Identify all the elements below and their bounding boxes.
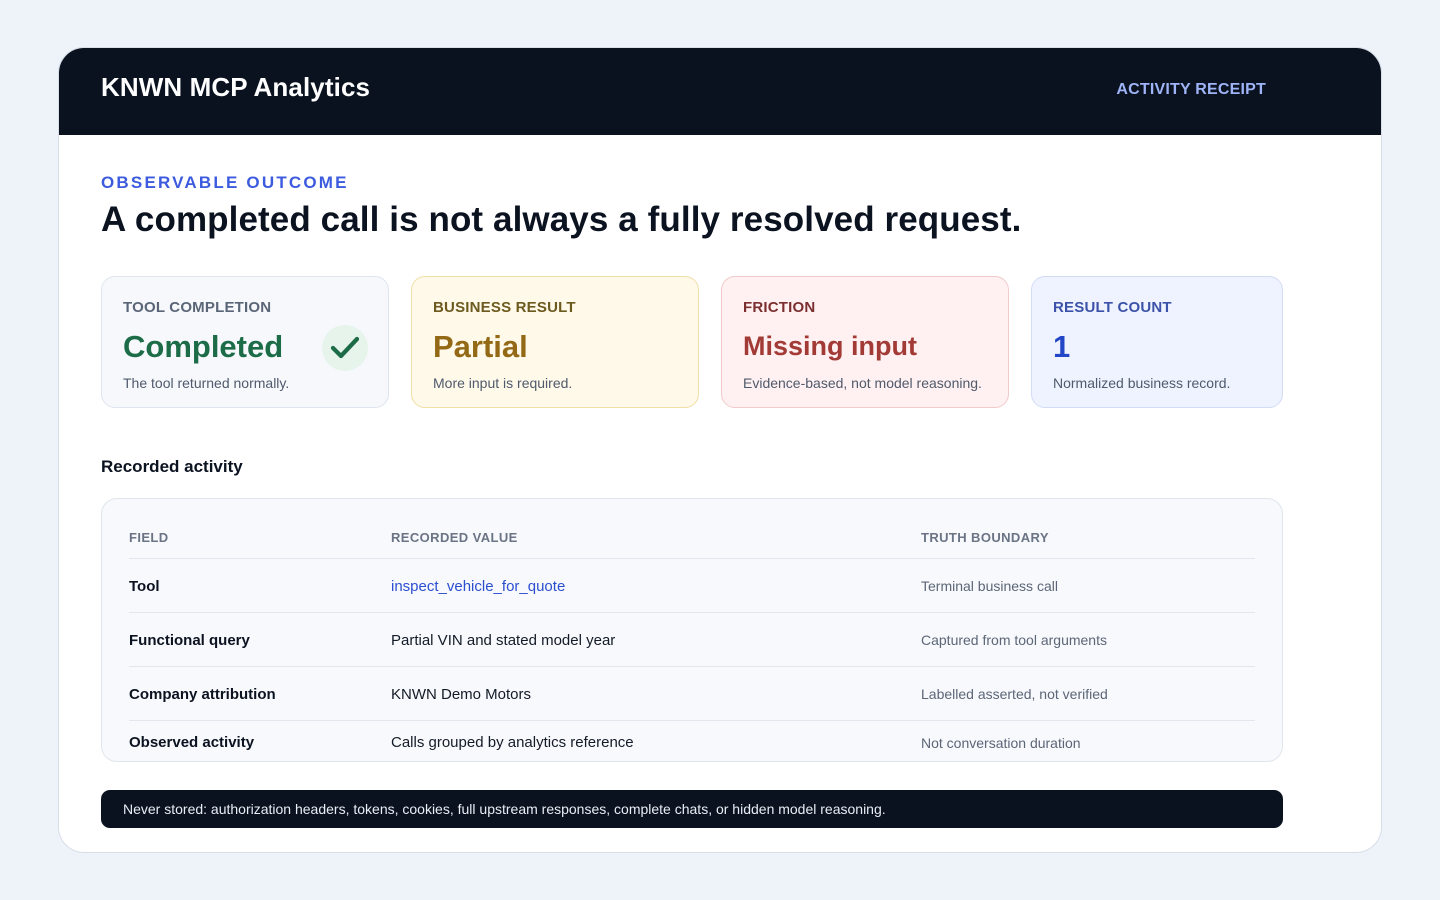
privacy-notice-text: Never stored: authorization headers, tok…	[123, 801, 886, 817]
table-row: Tool inspect_vehicle_for_quote Terminal …	[129, 559, 1255, 613]
stat-label: FRICTION	[743, 299, 816, 316]
row-field: Observed activity	[129, 734, 255, 751]
recorded-activity-title: Recorded activity	[101, 457, 243, 476]
brand-title: KNWN MCP Analytics	[101, 72, 371, 102]
stat-label: RESULT COUNT	[1053, 299, 1172, 316]
stat-note: The tool returned normally.	[123, 375, 290, 391]
top-bar: KNWN MCP Analytics ACTIVITY RECEIPT	[59, 48, 1381, 135]
table-row: Observed activity Calls grouped by analy…	[129, 721, 1255, 761]
stat-value: Missing input	[743, 331, 917, 361]
table-header: FIELD RECORDED VALUE TRUTH BOUNDARY	[129, 499, 1255, 559]
stat-friction: FRICTION Missing input Evidence-based, n…	[721, 276, 1009, 408]
row-boundary: Terminal business call	[921, 578, 1058, 594]
section-eyebrow: OBSERVABLE OUTCOME	[101, 173, 349, 192]
privacy-notice: Never stored: authorization headers, tok…	[101, 790, 1283, 828]
check-icon	[322, 325, 368, 371]
stat-label: TOOL COMPLETION	[123, 299, 272, 316]
column-header-recorded-value: RECORDED VALUE	[391, 530, 518, 545]
stat-label: BUSINESS RESULT	[433, 299, 576, 316]
row-boundary: Not conversation duration	[921, 735, 1081, 751]
column-header-truth-boundary: TRUTH BOUNDARY	[921, 530, 1049, 545]
stat-value: Completed	[123, 329, 284, 364]
stat-value: Partial	[433, 329, 528, 364]
stat-note: Evidence-based, not model reasoning.	[743, 375, 982, 391]
stat-note: Normalized business record.	[1053, 375, 1231, 391]
activity-receipt-badge: ACTIVITY RECEIPT	[1116, 81, 1266, 98]
activity-receipt-card: KNWN MCP Analytics ACTIVITY RECEIPT OBSE…	[58, 47, 1382, 853]
row-value: KNWN Demo Motors	[391, 686, 532, 703]
page-headline: A completed call is not always a fully r…	[101, 200, 1022, 239]
table-row: Company attribution KNWN Demo Motors Lab…	[129, 667, 1255, 721]
row-boundary: Captured from tool arguments	[921, 632, 1107, 648]
tool-link[interactable]: inspect_vehicle_for_quote	[391, 578, 565, 595]
table-row: Functional query Partial VIN and stated …	[129, 613, 1255, 667]
stat-value: 1	[1053, 329, 1071, 364]
stat-business-result: BUSINESS RESULT Partial More input is re…	[411, 276, 699, 408]
row-value: Calls grouped by analytics reference	[391, 734, 634, 751]
stat-note: More input is required.	[433, 375, 573, 391]
row-field: Tool	[129, 578, 160, 595]
column-header-field: FIELD	[129, 530, 169, 545]
row-field: Company attribution	[129, 686, 276, 703]
stat-result-count: RESULT COUNT 1 Normalized business recor…	[1031, 276, 1283, 408]
row-field: Functional query	[129, 632, 250, 649]
stat-tool-completion: TOOL COMPLETION Completed The tool retur…	[101, 276, 389, 408]
recorded-activity-table[interactable]: FIELD RECORDED VALUE TRUTH BOUNDARY Tool…	[101, 498, 1283, 762]
row-boundary: Labelled asserted, not verified	[921, 686, 1108, 702]
row-value: Partial VIN and stated model year	[391, 632, 616, 649]
